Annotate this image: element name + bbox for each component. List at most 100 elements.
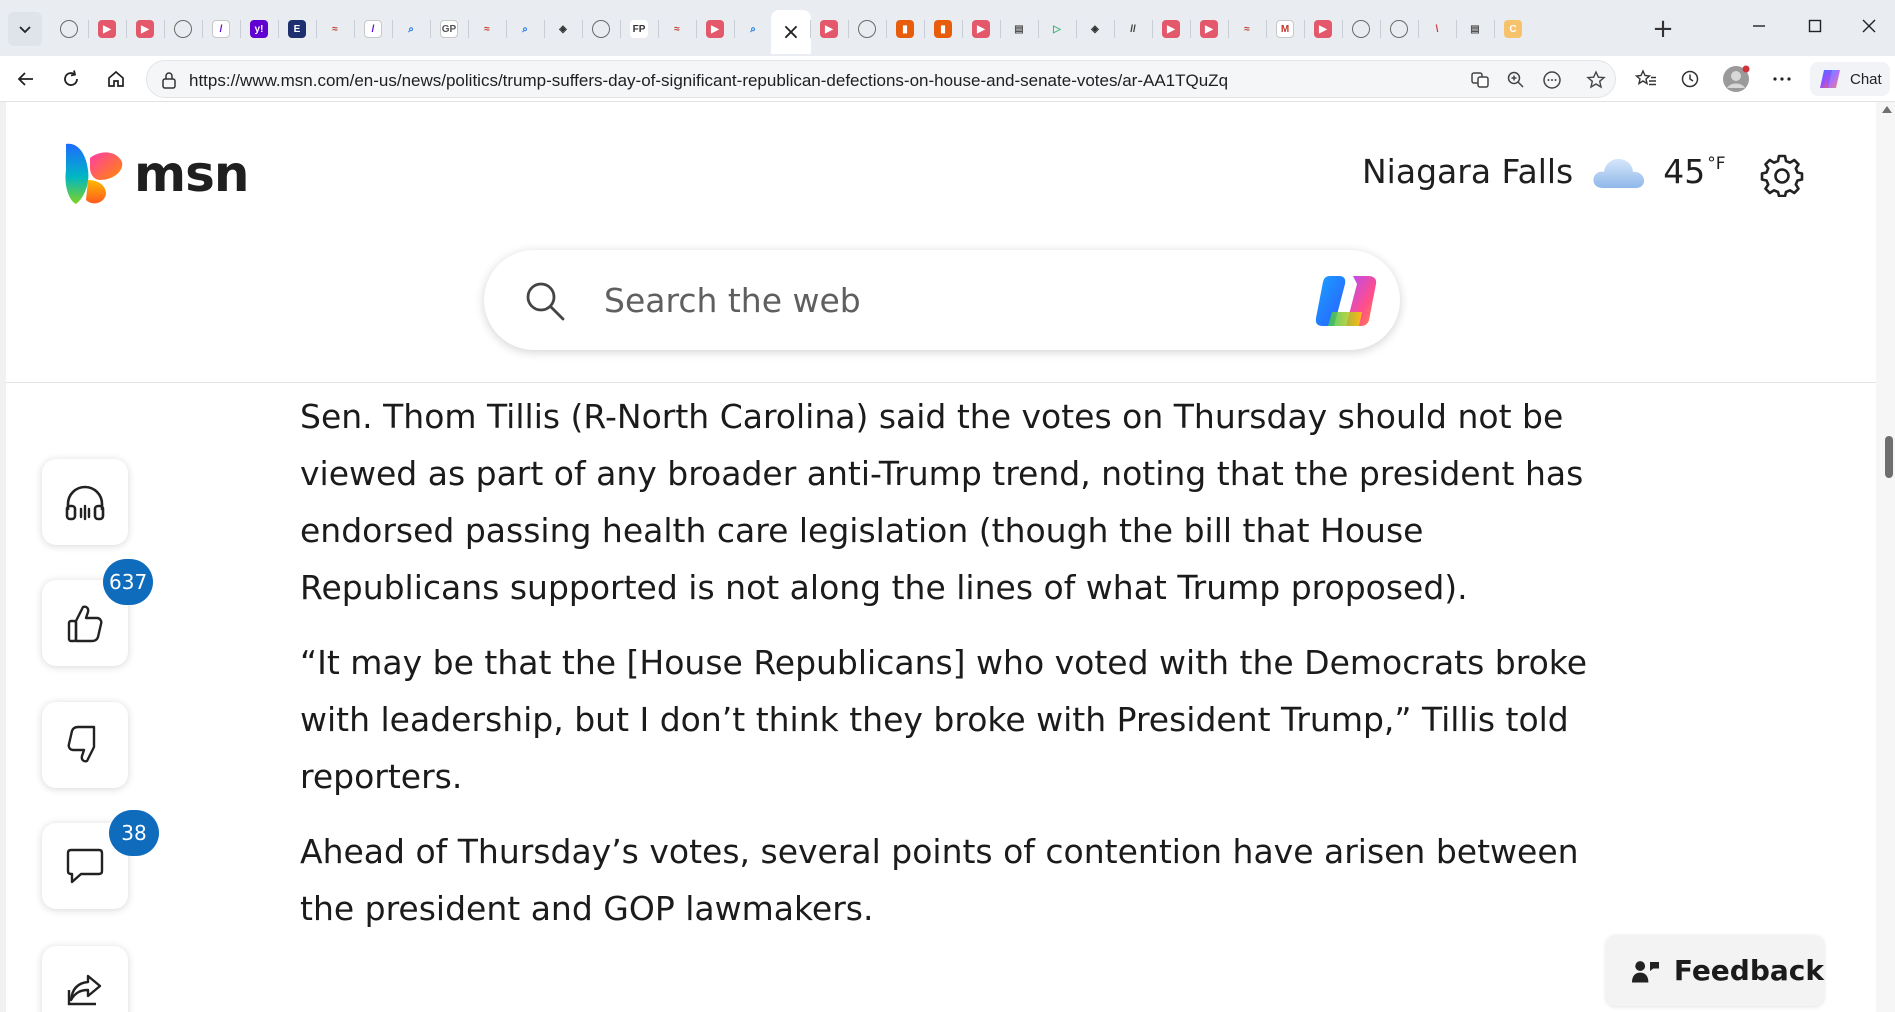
new-tab-button[interactable]: +: [1646, 12, 1680, 46]
reader-icon[interactable]: [1539, 68, 1565, 92]
browser-tab[interactable]: [1382, 12, 1416, 46]
browser-tab[interactable]: [166, 12, 200, 46]
favorites-button[interactable]: [1630, 63, 1662, 95]
browser-tab[interactable]: ▶: [1154, 12, 1188, 46]
msn-logo[interactable]: msn: [60, 140, 249, 208]
translate-icon[interactable]: [1467, 68, 1493, 92]
browser-tab[interactable]: ▮: [888, 12, 922, 46]
article-paragraph: Sen. Thom Tillis (R-North Carolina) said…: [300, 397, 1584, 607]
browser-tab[interactable]: ▮: [926, 12, 960, 46]
article-body: Sen. Thom Tillis (R-North Carolina) said…: [300, 388, 1630, 955]
browser-tab[interactable]: y!: [242, 12, 276, 46]
browser-tab[interactable]: ▶: [1192, 12, 1226, 46]
document-icon: ▤: [1470, 23, 1480, 35]
tab-separator: [354, 20, 355, 38]
search-input[interactable]: [604, 274, 1244, 326]
browser-tab[interactable]: ▶: [90, 12, 124, 46]
header-divider: [6, 382, 1876, 383]
browser-tab[interactable]: ▤: [1002, 12, 1036, 46]
browser-tab[interactable]: ≈: [470, 12, 504, 46]
browser-tab[interactable]: ▶: [964, 12, 998, 46]
address-url[interactable]: https://www.msn.com/en-us/news/politics/…: [189, 71, 1228, 91]
document-icon: ▤: [1014, 23, 1024, 35]
scrollbar-thumb[interactable]: [1885, 436, 1893, 478]
e-news-icon: E: [288, 20, 306, 38]
favorite-star-icon[interactable]: [1583, 68, 1609, 92]
browser-tab[interactable]: ≈: [318, 12, 352, 46]
close-icon[interactable]: ×: [782, 20, 800, 45]
yahoo-slash-icon: /: [364, 20, 382, 38]
browser-tab[interactable]: ▤: [1458, 12, 1492, 46]
browser-tab[interactable]: FP: [622, 12, 656, 46]
browser-tab[interactable]: [584, 12, 618, 46]
minimize-button[interactable]: [1736, 8, 1782, 44]
youtube-icon: ▶: [1200, 20, 1218, 38]
share-icon: [67, 974, 102, 1006]
profile-button[interactable]: [1720, 63, 1752, 95]
listen-button[interactable]: [42, 459, 128, 545]
scrollbar-track[interactable]: [1876, 102, 1895, 1012]
msn-wordmark: msn: [134, 145, 249, 203]
dislike-button[interactable]: [42, 702, 128, 788]
browser-tab[interactable]: /: [356, 12, 390, 46]
chevron-down-icon: [19, 26, 31, 34]
likes-count-badge: 637: [103, 559, 154, 605]
browser-tab[interactable]: ≈: [1230, 12, 1264, 46]
tab-separator: [506, 20, 507, 38]
feedback-button[interactable]: Feedback: [1606, 935, 1824, 1006]
browser-tab[interactable]: ▶: [812, 12, 846, 46]
address-bar[interactable]: https://www.msn.com/en-us/news/politics/…: [146, 60, 1616, 98]
share-button[interactable]: [42, 946, 128, 1012]
browser-tab[interactable]: E: [280, 12, 314, 46]
browser-tab[interactable]: ▷: [1040, 12, 1074, 46]
browser-tab[interactable]: ▶: [128, 12, 162, 46]
tab-separator: [1228, 20, 1229, 38]
home-button[interactable]: [100, 63, 132, 95]
globe-icon: [174, 20, 192, 38]
browser-tab[interactable]: ×: [771, 10, 811, 54]
tab-separator: [1342, 20, 1343, 38]
m-icon: M: [1276, 20, 1294, 38]
browser-tab[interactable]: /: [204, 12, 238, 46]
history-button[interactable]: [1674, 63, 1706, 95]
msn-butterfly-icon: [65, 143, 123, 204]
browser-tab[interactable]: M: [1268, 12, 1302, 46]
tab-separator: [240, 20, 241, 38]
scroll-up-arrow[interactable]: [1882, 106, 1892, 113]
browser-tab[interactable]: ▶: [698, 12, 732, 46]
browser-tab[interactable]: [850, 12, 884, 46]
wave-icon: ≈: [484, 23, 490, 35]
refresh-button[interactable]: [55, 63, 87, 95]
weather-widget[interactable]: Niagara Falls 45 °F: [1362, 152, 1726, 191]
orange-icon: C: [1504, 20, 1522, 38]
browser-tab[interactable]: ⌕: [508, 12, 542, 46]
browser-tab[interactable]: ⌕: [394, 12, 428, 46]
browser-tab[interactable]: ◈: [546, 12, 580, 46]
browser-tab[interactable]: [1344, 12, 1378, 46]
browser-tab[interactable]: ◈: [1078, 12, 1112, 46]
copilot-icon[interactable]: [1312, 270, 1380, 332]
browser-tab[interactable]: [52, 12, 86, 46]
copilot-chat-button[interactable]: Chat: [1810, 62, 1890, 96]
browser-tab[interactable]: //: [1116, 12, 1150, 46]
browser-tab[interactable]: ≈: [660, 12, 694, 46]
slash-icon: \: [1435, 23, 1439, 35]
bookmark-icon: ▮: [934, 20, 952, 38]
thumbs-down-icon: [67, 725, 96, 763]
browser-tab[interactable]: ⌕: [736, 12, 770, 46]
tab-separator: [696, 20, 697, 38]
globe-icon: [60, 20, 78, 38]
web-search-box[interactable]: [484, 250, 1400, 350]
maximize-button[interactable]: [1792, 8, 1838, 44]
zoom-icon[interactable]: [1503, 68, 1529, 92]
youtube-icon: ▶: [972, 20, 990, 38]
browser-tab[interactable]: ▶: [1306, 12, 1340, 46]
browser-tab[interactable]: \: [1420, 12, 1454, 46]
browser-tab[interactable]: C: [1496, 12, 1530, 46]
close-window-button[interactable]: [1846, 8, 1892, 44]
tab-list-button[interactable]: [8, 12, 42, 46]
browser-tab[interactable]: GP: [432, 12, 466, 46]
settings-button[interactable]: [1759, 152, 1805, 198]
back-button[interactable]: [10, 63, 42, 95]
more-menu-button[interactable]: [1766, 63, 1798, 95]
